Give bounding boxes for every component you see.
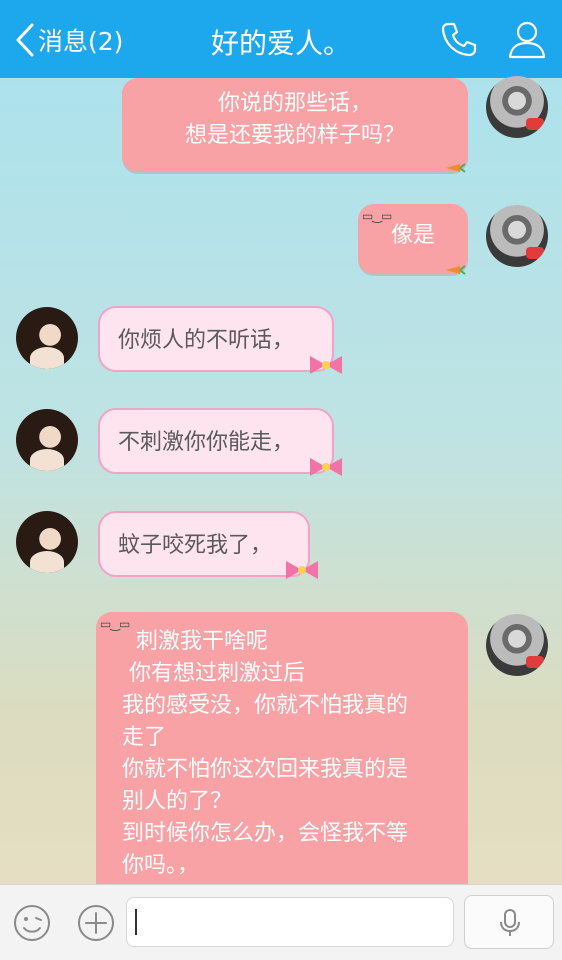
chat-header: 消息(2) 好的爱人。 [0, 0, 562, 78]
voice-button[interactable] [464, 895, 554, 949]
contact-avatar[interactable] [16, 307, 78, 369]
microphone-icon [500, 909, 520, 936]
text-caret [135, 909, 137, 935]
message-line: 刺激我干啥呢 [122, 629, 268, 654]
smiley-icon[interactable] [12, 903, 52, 943]
person-icon[interactable] [506, 18, 548, 60]
message-line: 蚊子咬死我了， [118, 533, 273, 558]
bow-decoration-icon [310, 356, 342, 374]
message-line: 别人的了？ [122, 789, 233, 814]
message-line: 我的感受没，你就不怕我真的 [122, 693, 409, 718]
my-avatar[interactable] [486, 205, 548, 267]
message-line: 不刺激你你能走， [118, 430, 295, 455]
carrot-icon [446, 163, 466, 173]
my-avatar[interactable] [486, 76, 548, 138]
face-decoration-icon: ▭‿▭ [100, 617, 130, 631]
my-avatar[interactable] [486, 614, 548, 676]
bow-decoration-icon [310, 458, 342, 476]
phone-icon[interactable] [440, 20, 478, 58]
message-bubble[interactable]: 你烦人的不听话， [98, 306, 342, 374]
message-line: 你烦人的不听话， [118, 328, 295, 353]
message-input[interactable] [126, 897, 454, 947]
message-bubble[interactable]: 不刺激你你能走， [98, 408, 342, 476]
carrot-icon [446, 265, 466, 275]
message-line: 走了 [122, 725, 167, 750]
message-line: 你说的那些话， [217, 91, 372, 116]
message-bubble[interactable]: 蚊子咬死我了， [98, 511, 318, 579]
message-bubble[interactable]: ▭‿▭ 像是 [358, 204, 468, 275]
contact-avatar[interactable] [16, 409, 78, 471]
message-line: 到时候你怎么办，会怪我不等 [122, 821, 409, 846]
plus-circle-icon[interactable] [76, 903, 116, 943]
message-line: 你就不怕你这次回来我真的是 [122, 757, 409, 782]
face-decoration-icon: ▭‿▭ [362, 209, 392, 223]
message-line: 想是还要我的样子吗？ [184, 123, 405, 148]
message-bubble[interactable]: ▭‿▭ 刺激我干啥呢 你有想过刺激过后 我的感受没，你就不怕我真的 走了 你就不… [96, 612, 468, 902]
bow-decoration-icon [286, 561, 318, 579]
input-bar [0, 884, 562, 960]
contact-avatar[interactable] [16, 511, 78, 573]
message-line: 你吗。， [122, 853, 200, 878]
message-line: 你有想过刺激过后 [122, 661, 305, 686]
message-bubble[interactable]: 你说的那些话， 想是还要我的样子吗？ [122, 78, 468, 173]
